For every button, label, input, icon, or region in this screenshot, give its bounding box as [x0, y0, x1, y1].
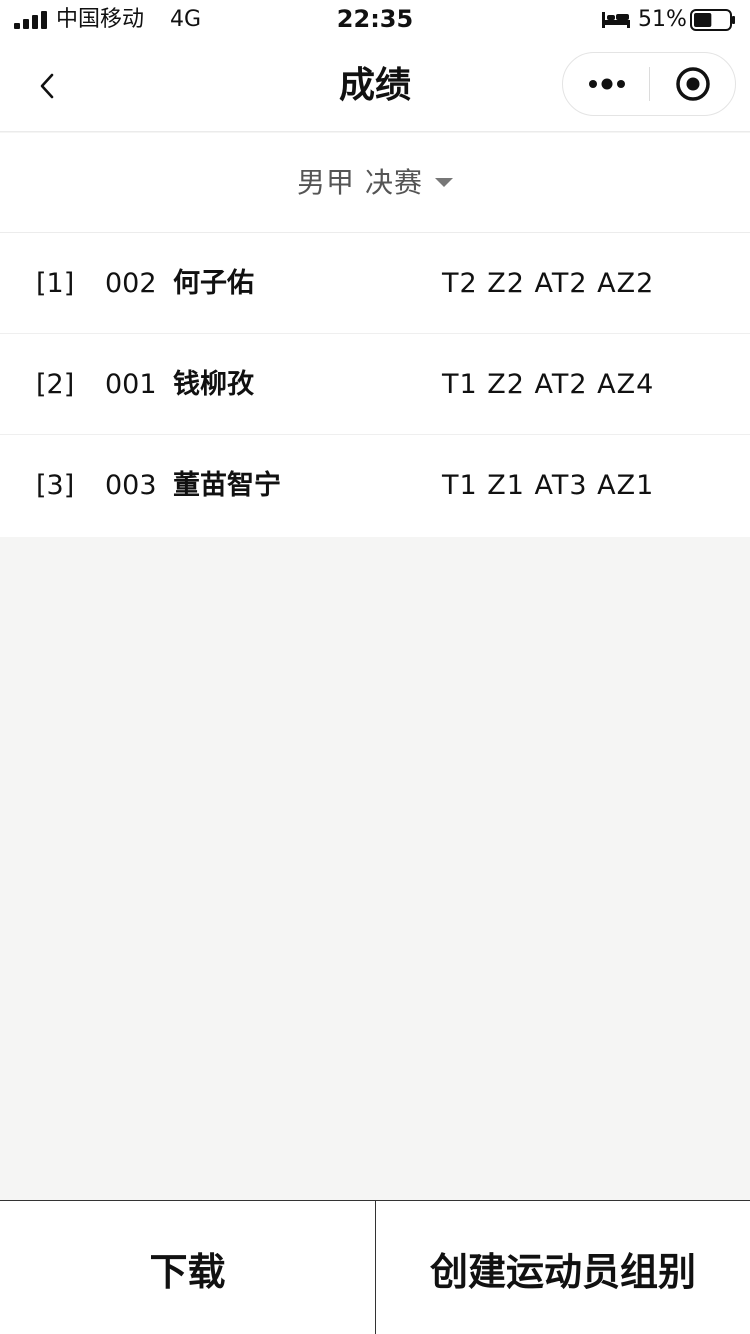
category-label: 男甲 决赛 [297, 165, 423, 199]
chevron-left-icon [40, 73, 54, 99]
results-list: [1] 002 何子佑 T2 Z2 AT2 AZ2 [2] 001 钱柳孜 T1… [0, 233, 750, 537]
bed-icon [602, 12, 630, 28]
target-close-icon [676, 67, 710, 101]
battery-percent: 51% [638, 7, 687, 32]
menu-capsule [562, 52, 736, 116]
score: T2 Z2 AT2 AZ2 [442, 268, 655, 299]
carrier-name: 中国移动 [56, 7, 145, 32]
bib-number: 003 [105, 470, 157, 501]
download-button[interactable]: 下载 [0, 1201, 375, 1334]
navigation-bar: 成绩 [0, 40, 750, 132]
result-row[interactable]: [2] 001 钱柳孜 T1 Z2 AT2 AZ4 [0, 334, 750, 435]
network-type: 4G [170, 7, 202, 32]
bib-number: 001 [105, 369, 157, 400]
battery-icon [690, 9, 735, 31]
signal-icon [14, 11, 47, 29]
result-row[interactable]: [3] 003 董苗智宁 T1 Z1 AT3 AZ1 [0, 435, 750, 537]
rank: [2] [36, 369, 75, 400]
rank: [1] [36, 268, 75, 299]
score: T1 Z2 AT2 AZ4 [442, 369, 655, 400]
athlete-name: 钱柳孜 [173, 369, 254, 400]
close-miniprogram-button[interactable] [650, 53, 736, 115]
status-bar: 中国移动 4G 22:35 51% [0, 0, 750, 40]
rank: [3] [36, 470, 75, 501]
athlete-name: 董苗智宁 [173, 470, 281, 501]
create-group-button[interactable]: 创建运动员组别 [376, 1201, 750, 1334]
caret-down-icon [434, 178, 453, 187]
score: T1 Z1 AT3 AZ1 [442, 470, 655, 501]
back-button[interactable] [30, 66, 64, 106]
bib-number: 002 [105, 268, 157, 299]
category-filter[interactable]: 男甲 决赛 [0, 133, 750, 233]
more-dots-icon [588, 78, 625, 90]
clock: 22:35 [336, 5, 414, 33]
bottom-action-bar: 下载 创建运动员组别 [0, 1200, 750, 1334]
page-title: 成绩 [338, 65, 411, 106]
more-button[interactable] [563, 53, 650, 115]
result-row[interactable]: [1] 002 何子佑 T2 Z2 AT2 AZ2 [0, 233, 750, 334]
athlete-name: 何子佑 [173, 268, 254, 299]
